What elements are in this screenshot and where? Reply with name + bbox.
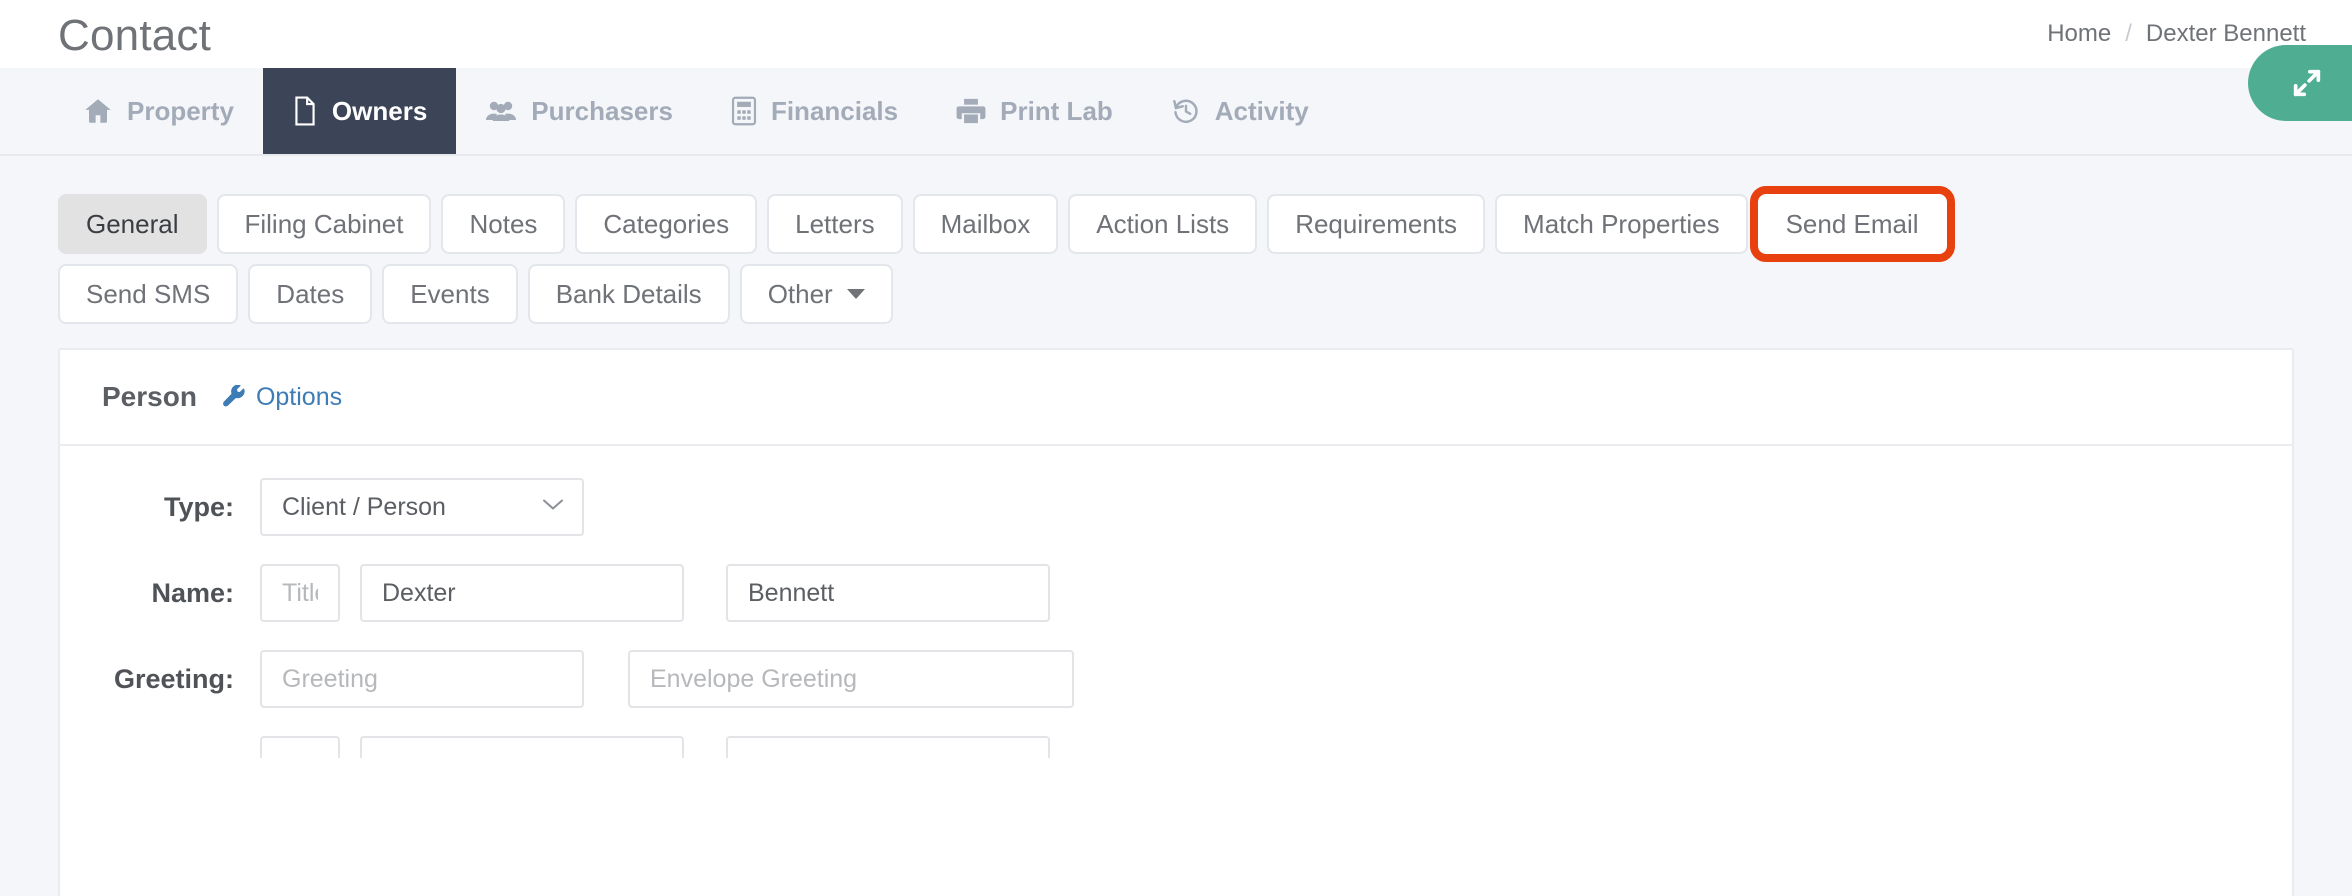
partial-input-3[interactable]	[726, 736, 1050, 758]
nav-item-activity[interactable]: Activity	[1142, 68, 1338, 154]
nav-item-purchasers[interactable]: Purchasers	[456, 68, 702, 154]
name-first-input[interactable]	[360, 564, 684, 622]
wrench-icon	[223, 385, 247, 409]
home-icon	[83, 96, 113, 126]
type-select[interactable]: Client / Person	[260, 478, 584, 536]
subtabs-row-1: General Filing Cabinet Notes Categories …	[58, 186, 2298, 262]
breadcrumb: Home / Dexter Bennett	[2047, 20, 2306, 48]
printer-icon	[956, 97, 986, 125]
subtab-other-label: Other	[767, 278, 833, 309]
form-row-greeting: Greeting:	[60, 650, 2292, 708]
options-link-label: Options	[255, 382, 343, 411]
person-card: Person Options Type: Client / Person Nam…	[58, 348, 2294, 896]
nav-item-print-lab[interactable]: Print Lab	[927, 68, 1142, 154]
subtab-categories[interactable]: Categories	[575, 194, 758, 254]
history-icon	[1171, 97, 1201, 125]
page-header: Contact Home / Dexter Bennett	[0, 0, 2352, 121]
person-card-header: Person Options	[60, 350, 2292, 446]
users-icon	[485, 96, 517, 126]
chevron-down-icon	[846, 289, 865, 299]
subtab-send-email[interactable]: Send Email	[1749, 186, 1955, 262]
subtab-send-sms[interactable]: Send SMS	[58, 264, 239, 324]
subtab-requirements[interactable]: Requirements	[1267, 194, 1486, 254]
subtab-bank-details[interactable]: Bank Details	[527, 264, 730, 324]
breadcrumb-home-link[interactable]: Home	[2047, 20, 2111, 48]
subtabs-container: General Filing Cabinet Notes Categories …	[0, 156, 2352, 324]
name-title-input[interactable]	[260, 564, 340, 622]
greeting-input[interactable]	[260, 650, 584, 708]
subtab-dates[interactable]: Dates	[248, 264, 373, 324]
subtab-action-lists[interactable]: Action Lists	[1068, 194, 1258, 254]
subtab-mailbox[interactable]: Mailbox	[912, 194, 1059, 254]
name-last-input[interactable]	[726, 564, 1050, 622]
subtabs-row-2: Send SMS Dates Events Bank Details Other	[58, 264, 2298, 324]
page-title: Contact	[58, 11, 212, 60]
nav-label-purchasers: Purchasers	[531, 95, 673, 126]
envelope-greeting-input[interactable]	[628, 650, 1074, 708]
form-row-partial	[60, 736, 2292, 758]
form-row-name: Name:	[60, 564, 2292, 622]
form-row-type: Type: Client / Person	[60, 478, 2292, 536]
nav-label-financials: Financials	[770, 95, 899, 126]
calculator-icon	[731, 96, 757, 126]
main-navigation: Property Owners Purchasers Financials Pr…	[0, 68, 2352, 156]
breadcrumb-separator: /	[2125, 20, 2132, 47]
subtab-general[interactable]: General	[58, 194, 207, 254]
label-name: Name:	[151, 577, 234, 608]
partial-input-1[interactable]	[260, 736, 340, 758]
expand-arrows-icon	[2290, 66, 2324, 100]
label-type: Type:	[163, 491, 234, 522]
options-link[interactable]: Options	[223, 383, 342, 412]
person-form: Type: Client / Person Name: Greeting:	[60, 446, 2292, 758]
subtab-events[interactable]: Events	[382, 264, 518, 324]
nav-label-print-lab: Print Lab	[1000, 95, 1113, 126]
file-icon	[292, 96, 318, 126]
breadcrumb-current: Dexter Bennett	[2145, 20, 2306, 47]
type-select-wrapper: Client / Person	[260, 478, 584, 536]
nav-item-financials[interactable]: Financials	[702, 68, 927, 154]
subtab-other[interactable]: Other	[739, 264, 893, 324]
nav-label-owners: Owners	[331, 95, 428, 126]
nav-item-owners[interactable]: Owners	[262, 68, 457, 154]
partial-input-2[interactable]	[360, 736, 684, 758]
expand-fullscreen-button[interactable]	[2248, 45, 2352, 121]
nav-label-activity: Activity	[1214, 95, 1309, 126]
subtab-letters[interactable]: Letters	[767, 194, 903, 254]
subtab-notes[interactable]: Notes	[441, 194, 566, 254]
section-title-person: Person	[102, 381, 197, 412]
nav-label-property: Property	[127, 95, 234, 126]
subtab-filing-cabinet[interactable]: Filing Cabinet	[216, 194, 432, 254]
nav-item-property[interactable]: Property	[54, 68, 263, 154]
subtab-match-properties[interactable]: Match Properties	[1495, 194, 1748, 254]
label-greeting: Greeting:	[113, 663, 234, 694]
